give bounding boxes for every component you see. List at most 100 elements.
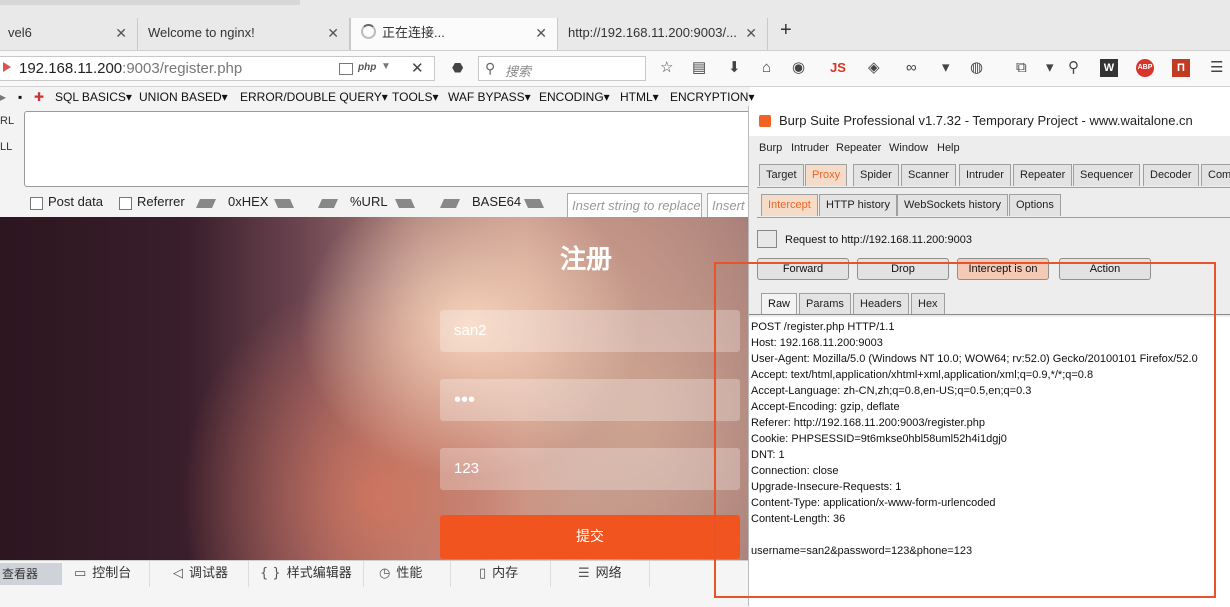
base64-decode-arrow-icon[interactable] <box>440 199 460 208</box>
addon-icon-3[interactable]: ◍ <box>970 60 983 76</box>
url-bar[interactable]: 192.168.11.200:9003/register.php php ▼ ✕ <box>0 56 435 81</box>
screenshot-icon[interactable]: ⧉ <box>1016 60 1027 76</box>
chevron-down-icon[interactable]: ▾ <box>942 60 950 76</box>
menu-icon[interactable]: ☰ <box>1210 60 1223 76</box>
devtools-tab-console[interactable]: ▭ 控制台 <box>66 561 150 587</box>
tab-target[interactable]: Target <box>759 164 804 186</box>
tab-sequencer[interactable]: Sequencer <box>1073 164 1141 186</box>
menu-union-based[interactable]: UNION BASED▾ <box>139 90 228 104</box>
adblock-icon[interactable]: ABP <box>1136 59 1154 77</box>
browser-tab-2[interactable]: Welcome to nginx! ✕ <box>138 18 350 50</box>
menu-encryption[interactable]: ENCRYPTION▾ <box>670 90 754 104</box>
console-icon: ▭ <box>74 566 87 581</box>
w-addon-icon[interactable]: W <box>1100 59 1118 77</box>
close-icon[interactable]: ✕ <box>745 18 757 48</box>
search-input[interactable]: ⚲ 搜索 <box>478 56 646 81</box>
divider <box>757 187 1230 188</box>
browser-tab-3-active[interactable]: 正在连接... ✕ <box>350 18 558 50</box>
menu-waf-bypass[interactable]: WAF BYPASS▾ <box>448 90 531 104</box>
devtools-tab-inspector[interactable]: 查看器 <box>0 563 62 585</box>
devtools-tab-debugger[interactable]: ◁ 调试器 <box>165 561 249 587</box>
post-data-checkbox[interactable] <box>30 197 43 210</box>
burp-menu-window[interactable]: Window <box>889 142 928 154</box>
tab-http-history[interactable]: HTTP history <box>819 194 897 216</box>
devtools-tab-performance[interactable]: ◷ 性能 <box>371 561 451 587</box>
menu-error-double-query[interactable]: ERROR/DOUBLE QUERY▾ <box>240 90 388 104</box>
burp-menu-help[interactable]: Help <box>937 142 960 154</box>
title-bar-ghost <box>0 0 300 5</box>
browser-tab-4[interactable]: http://192.168.11.200:9003/... ✕ <box>558 18 768 50</box>
tab-scanner[interactable]: Scanner <box>901 164 956 186</box>
chevron-down-icon[interactable]: ▼ <box>381 61 391 72</box>
burp-menu-bar: Burp Intruder Repeater Window Help <box>749 137 1230 159</box>
tab-repeater[interactable]: Repeater <box>1013 164 1073 186</box>
devtools-tab-style-editor[interactable]: { } 样式编辑器 <box>252 561 364 587</box>
replace-input[interactable]: Insert string to replace <box>567 193 702 219</box>
phone-field[interactable]: 123 <box>440 448 740 490</box>
url-text[interactable]: 192.168.11.200:9003/register.php <box>19 60 242 77</box>
tab-decoder[interactable]: Decoder <box>1143 164 1199 186</box>
download-icon[interactable]: ⬇ <box>728 60 741 76</box>
burp-window-title: Burp Suite Professional v1.7.32 - Tempor… <box>779 113 1193 128</box>
submit-button[interactable]: 提交 <box>440 515 740 559</box>
devtools-tab-network[interactable]: ☰ 网络 <box>570 561 650 587</box>
split-url-label[interactable]: LL <box>0 141 12 153</box>
replace-with-input[interactable]: Insert <box>707 193 750 219</box>
hackbar-plus-icon[interactable]: ✚ <box>34 90 44 104</box>
menu-html[interactable]: HTML▾ <box>620 90 659 104</box>
browser-tab-1[interactable]: vel6 ✕ <box>0 18 138 50</box>
base64-encode-arrow-icon[interactable] <box>524 199 544 208</box>
devtools-tab-memory[interactable]: ▯ 内存 <box>471 561 551 587</box>
close-icon[interactable]: ✕ <box>535 18 547 48</box>
burp-menu-intruder[interactable]: Intruder <box>791 142 829 154</box>
hex-decode-arrow-icon[interactable] <box>196 199 216 208</box>
addon-icon[interactable]: ◉ <box>792 60 805 76</box>
url-decode-arrow-icon[interactable] <box>318 199 338 208</box>
burp-menu-burp[interactable]: Burp <box>759 142 782 154</box>
loading-spinner-icon <box>361 24 376 39</box>
stop-icon[interactable]: ✕ <box>411 59 424 77</box>
hex-encode-arrow-icon[interactable] <box>274 199 294 208</box>
hackbar-arrow-icon[interactable]: ▸ <box>0 90 6 104</box>
tab-proxy[interactable]: Proxy <box>805 164 848 186</box>
hackbar-textarea[interactable] <box>24 111 756 187</box>
hackbar-dropdown-icon[interactable]: ▪ <box>18 90 22 104</box>
tab-label: 调试器 <box>189 566 229 581</box>
tab-comparer[interactable]: Com <box>1201 164 1230 186</box>
menu-sql-basics[interactable]: SQL BASICS▾ <box>55 90 132 104</box>
tracking-icon[interactable]: ∞ <box>906 60 917 76</box>
username-field[interactable]: san2 <box>440 310 740 352</box>
js-toggle-icon[interactable]: JS <box>830 60 846 76</box>
tab-spider[interactable]: Spider <box>853 164 899 186</box>
bookmark-star-icon[interactable]: ⬣ <box>452 60 463 76</box>
tab-websockets-history[interactable]: WebSockets history <box>897 194 1009 216</box>
addon-icon-2[interactable]: ◈ <box>868 60 880 76</box>
referrer-label: Referrer <box>137 194 185 209</box>
close-icon[interactable]: ✕ <box>115 18 127 48</box>
site-info-icon[interactable] <box>3 62 11 72</box>
burp-proxy-tabs: Intercept HTTP history WebSockets histor… <box>749 194 1230 218</box>
tab-intruder[interactable]: Intruder <box>959 164 1011 186</box>
browser-tab-strip: vel6 ✕ Welcome to nginx! ✕ 正在连接... ✕ htt… <box>0 0 1230 51</box>
burp-menu-repeater[interactable]: Repeater <box>836 142 881 154</box>
zoom-icon[interactable]: ⚲ <box>1068 60 1079 76</box>
password-field[interactable]: ••• <box>440 379 740 421</box>
referrer-checkbox[interactable] <box>119 197 132 210</box>
load-url-label[interactable]: RL <box>0 115 14 127</box>
tab-label: 网络 <box>595 566 622 581</box>
menu-encoding[interactable]: ENCODING▾ <box>539 90 610 104</box>
tab-options[interactable]: Options <box>1009 194 1061 216</box>
new-tab-button[interactable]: + <box>780 19 792 42</box>
chevron-down-icon[interactable]: ▾ <box>1046 60 1054 76</box>
tab-intercept[interactable]: Intercept <box>761 194 818 216</box>
menu-tools[interactable]: TOOLS▾ <box>392 90 438 104</box>
url-encode-arrow-icon[interactable] <box>395 199 415 208</box>
bookmark-star-icon[interactable]: ☆ <box>660 60 673 76</box>
highlight-annotation-box <box>714 262 1216 598</box>
edit-pencil-icon[interactable] <box>757 230 777 248</box>
home-icon[interactable]: ⌂ <box>762 60 771 76</box>
close-icon[interactable]: ✕ <box>327 18 339 48</box>
pi-addon-icon[interactable]: П <box>1172 59 1190 77</box>
reading-list-icon[interactable]: ▤ <box>692 60 706 76</box>
reader-view-icon[interactable] <box>339 63 353 75</box>
